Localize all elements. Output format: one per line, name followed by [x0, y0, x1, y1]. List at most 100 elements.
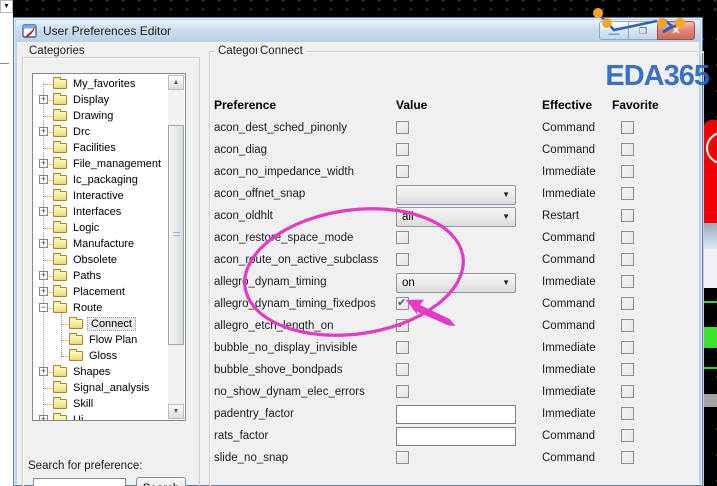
- column-header-preference: Preference: [214, 98, 277, 112]
- value-checkbox[interactable]: [396, 231, 409, 244]
- preference-row-acon_offnet_snap: acon_offnet_snap ▼ Immediate: [17, 184, 707, 206]
- chevron-down-icon: ▼: [502, 190, 510, 199]
- favorite-checkbox[interactable]: [621, 319, 634, 332]
- favorite-checkbox[interactable]: [621, 187, 634, 200]
- preference-row-slide_no_snap: slide_no_snap Command: [17, 448, 707, 470]
- favorite-checkbox[interactable]: [621, 231, 634, 244]
- value-checkbox[interactable]: ✔: [396, 296, 409, 310]
- preference-name: allegro_dynam_timing_fixedpos: [214, 298, 376, 310]
- preference-row-acon_dest_sched_pinonly: acon_dest_sched_pinonly Command: [17, 118, 707, 140]
- pcb-canvas-top: [13, 0, 717, 17]
- value-input[interactable]: [396, 427, 516, 446]
- favorite-checkbox[interactable]: [621, 275, 634, 288]
- preference-name: no_show_dynam_elec_errors: [214, 386, 365, 398]
- chevron-down-icon: ▼: [502, 278, 510, 287]
- favorite-checkbox[interactable]: [621, 341, 634, 354]
- favorite-checkbox[interactable]: [621, 363, 634, 376]
- tree-item-label: My_favorites: [73, 78, 136, 90]
- value-checkbox[interactable]: [396, 253, 409, 266]
- effective-value: Immediate: [542, 386, 596, 398]
- maximize-button[interactable]: ❐: [628, 21, 658, 40]
- preference-name: allegro_etch_length_on: [214, 320, 334, 332]
- title-bar[interactable]: User Preferences Editor: [16, 20, 700, 42]
- value-input[interactable]: [396, 405, 516, 424]
- favorite-checkbox[interactable]: [621, 385, 634, 398]
- preference-row-allegro_dynam_timing: allegro_dynam_timing on ▼ Immediate: [17, 272, 707, 294]
- favorite-checkbox[interactable]: [621, 253, 634, 266]
- effective-value: Command: [542, 144, 596, 156]
- favorite-checkbox[interactable]: [621, 165, 634, 178]
- preference-row-bubble_no_display_invisible: bubble_no_display_invisible Immediate: [17, 338, 707, 360]
- favorite-checkbox[interactable]: [621, 451, 634, 464]
- effective-value: Immediate: [542, 188, 596, 200]
- dropdown-selected-value: on: [402, 277, 415, 289]
- preference-name: acon_oldhlt: [214, 210, 273, 222]
- panel-divider: [0, 63, 9, 64]
- left-toolbar-strip: ▼: [0, 0, 14, 486]
- preference-name: acon_restore_space_mode: [214, 232, 354, 244]
- value-checkbox[interactable]: [396, 143, 409, 156]
- preference-name: acon_route_on_active_subclass: [214, 254, 379, 266]
- column-header-value: Value: [396, 98, 428, 112]
- folder-icon: [53, 93, 67, 105]
- tree-item-my-favorites[interactable]: My_favorites: [33, 76, 185, 92]
- favorite-checkbox[interactable]: [621, 143, 634, 156]
- value-checkbox[interactable]: [396, 341, 409, 354]
- effective-value: Command: [542, 232, 596, 244]
- dialog-body: Categories ▲ ▼ My_favorites + Display Dr…: [17, 42, 710, 486]
- favorite-checkbox[interactable]: [621, 407, 634, 420]
- effective-value: Immediate: [542, 276, 596, 288]
- eda365-watermark: EDA365: [605, 60, 710, 92]
- expand-toggle-icon[interactable]: +: [39, 95, 48, 104]
- effective-value: Immediate: [542, 364, 596, 376]
- value-checkbox[interactable]: [396, 165, 409, 178]
- preference-name: slide_no_snap: [214, 452, 289, 464]
- user-preferences-dialog: User Preferences Editor — ❐ ✕ Categories…: [13, 17, 710, 486]
- effective-value: Immediate: [542, 342, 596, 354]
- preference-name: acon_offnet_snap: [214, 188, 306, 200]
- check-icon: ✔: [397, 318, 407, 331]
- preference-row-padentry_factor: padentry_factor Immediate: [17, 404, 707, 426]
- preference-name: padentry_factor: [214, 408, 294, 420]
- favorite-checkbox[interactable]: [621, 209, 634, 222]
- column-header-favorite: Favorite: [612, 98, 659, 112]
- favorite-checkbox[interactable]: [621, 297, 634, 310]
- preference-row-allegro_dynam_timing_fixedpos: allegro_dynam_timing_fixedpos ✔ Command: [17, 294, 707, 316]
- value-checkbox[interactable]: [396, 385, 409, 398]
- category-value: Connect: [257, 45, 306, 57]
- chevron-down-icon: ▼: [502, 212, 510, 221]
- minimize-button[interactable]: —: [599, 21, 629, 40]
- check-icon: ✔: [397, 296, 407, 309]
- preference-row-acon_route_on_active_subclass: acon_route_on_active_subclass Command: [17, 250, 707, 272]
- tree-item-display[interactable]: + Display: [33, 92, 185, 108]
- preference-row-rats_factor: rats_factor Command: [17, 426, 707, 448]
- favorite-checkbox[interactable]: [621, 429, 634, 442]
- folder-icon: [53, 77, 67, 89]
- search-input[interactable]: [33, 478, 126, 486]
- value-dropdown[interactable]: on ▼: [396, 273, 516, 293]
- preference-name: acon_no_impedance_width: [214, 166, 355, 178]
- window-title: User Preferences Editor: [43, 24, 172, 38]
- user-prefs-editor-icon: [22, 23, 37, 38]
- effective-value: Command: [542, 122, 596, 134]
- value-checkbox[interactable]: ✔: [396, 318, 409, 332]
- close-button[interactable]: ✕: [657, 21, 695, 40]
- preference-row-acon_oldhlt: acon_oldhlt all ▼ Restart: [17, 206, 707, 228]
- favorite-checkbox[interactable]: [621, 121, 634, 134]
- column-header-effective: Effective: [542, 98, 593, 112]
- chevron-down-icon[interactable]: ▼: [0, 0, 13, 13]
- value-dropdown[interactable]: all ▼: [396, 207, 516, 227]
- preference-row-acon_restore_space_mode: acon_restore_space_mode Command: [17, 228, 707, 250]
- effective-value: Command: [542, 254, 596, 266]
- value-checkbox[interactable]: [396, 451, 409, 464]
- value-checkbox[interactable]: [396, 121, 409, 134]
- preference-row-allegro_etch_length_on: allegro_etch_length_on ✔ Command: [17, 316, 707, 338]
- value-dropdown[interactable]: ▼: [396, 185, 516, 205]
- search-button[interactable]: Search: [136, 477, 186, 486]
- preference-name: allegro_dynam_timing: [214, 276, 327, 288]
- preference-name: acon_dest_sched_pinonly: [214, 122, 347, 134]
- preference-name: bubble_no_display_invisible: [214, 342, 358, 354]
- preference-row-acon_no_impedance_width: acon_no_impedance_width Immediate: [17, 162, 707, 184]
- effective-value: Command: [542, 320, 596, 332]
- value-checkbox[interactable]: [396, 363, 409, 376]
